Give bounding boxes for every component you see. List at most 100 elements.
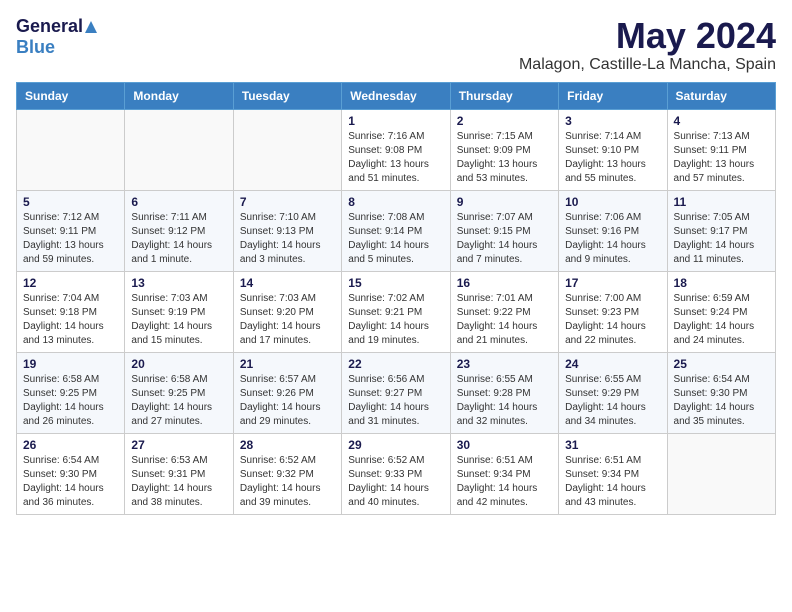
- calendar-container: General Blue May 2024 Malagon, Castille-…: [0, 0, 792, 525]
- day-cell: 17 Sunrise: 7:00 AM Sunset: 9:23 PM Dayli…: [559, 271, 667, 352]
- day-number: 28: [240, 438, 335, 452]
- day-cell: [233, 109, 341, 190]
- day-info: Sunrise: 7:13 AM Sunset: 9:11 PM Dayligh…: [674, 130, 769, 186]
- day-number: 21: [240, 357, 335, 371]
- day-cell: 1Sunrise: 7:16 AM Sunset: 9:08 PM Daylig…: [342, 109, 450, 190]
- logo-general-text: General: [16, 16, 83, 37]
- logo: General Blue: [16, 16, 98, 58]
- day-info: Sunrise: 6:57 AM Sunset: 9:26 PM Dayligh…: [240, 373, 335, 429]
- day-number: 9: [457, 195, 552, 209]
- day-number: 6: [131, 195, 226, 209]
- day-number: 26: [23, 438, 118, 452]
- day-info: Sunrise: 6:54 AM Sunset: 9:30 PM Dayligh…: [674, 373, 769, 429]
- weekday-header-friday: Friday: [559, 82, 667, 109]
- day-number: 14: [240, 276, 335, 290]
- weekday-header-tuesday: Tuesday: [233, 82, 341, 109]
- day-info: Sunrise: 6:54 AM Sunset: 9:30 PM Dayligh…: [23, 454, 118, 510]
- day-cell: 8 Sunrise: 7:08 AM Sunset: 9:14 PM Daylig…: [342, 190, 450, 271]
- day-number: 8: [348, 195, 443, 209]
- day-number: 29: [348, 438, 443, 452]
- weekday-header-monday: Monday: [125, 82, 233, 109]
- day-number: 27: [131, 438, 226, 452]
- weekday-header-wednesday: Wednesday: [342, 82, 450, 109]
- day-cell: 9 Sunrise: 7:07 AM Sunset: 9:15 PM Daylig…: [450, 190, 558, 271]
- day-number: 20: [131, 357, 226, 371]
- day-info: Sunrise: 6:53 AM Sunset: 9:31 PM Dayligh…: [131, 454, 226, 510]
- day-info: Sunrise: 6:51 AM Sunset: 9:34 PM Dayligh…: [457, 454, 552, 510]
- day-info: Sunrise: 7:07 AM Sunset: 9:15 PM Dayligh…: [457, 211, 552, 267]
- day-info: Sunrise: 7:04 AM Sunset: 9:18 PM Dayligh…: [23, 292, 118, 348]
- day-number: 12: [23, 276, 118, 290]
- day-number: 24: [565, 357, 660, 371]
- day-cell: 15 Sunrise: 7:02 AM Sunset: 9:21 PM Dayli…: [342, 271, 450, 352]
- day-cell: 2 Sunrise: 7:15 AM Sunset: 9:09 PM Daylig…: [450, 109, 558, 190]
- month-title: May 2024: [519, 16, 776, 56]
- day-cell: 26 Sunrise: 6:54 AM Sunset: 9:30 PM Dayli…: [17, 433, 125, 514]
- day-cell: 3Sunrise: 7:14 AM Sunset: 9:10 PM Daylig…: [559, 109, 667, 190]
- day-number: 13: [131, 276, 226, 290]
- day-number: 19: [23, 357, 118, 371]
- week-row-5: 26 Sunrise: 6:54 AM Sunset: 9:30 PM Dayli…: [17, 433, 776, 514]
- day-cell: 6Sunrise: 7:11 AM Sunset: 9:12 PM Daylig…: [125, 190, 233, 271]
- day-cell: 11Sunrise: 7:05 AM Sunset: 9:17 PM Dayli…: [667, 190, 775, 271]
- day-number: 18: [674, 276, 769, 290]
- day-info: Sunrise: 7:06 AM Sunset: 9:16 PM Dayligh…: [565, 211, 660, 267]
- week-row-1: 1Sunrise: 7:16 AM Sunset: 9:08 PM Daylig…: [17, 109, 776, 190]
- logo-triangle-icon: [84, 20, 98, 34]
- day-info: Sunrise: 7:05 AM Sunset: 9:17 PM Dayligh…: [674, 211, 769, 267]
- week-row-4: 19 Sunrise: 6:58 AM Sunset: 9:25 PM Dayli…: [17, 352, 776, 433]
- day-info: Sunrise: 7:10 AM Sunset: 9:13 PM Dayligh…: [240, 211, 335, 267]
- day-info: Sunrise: 6:55 AM Sunset: 9:29 PM Dayligh…: [565, 373, 660, 429]
- day-info: Sunrise: 6:52 AM Sunset: 9:32 PM Dayligh…: [240, 454, 335, 510]
- week-row-2: 5Sunrise: 7:12 AM Sunset: 9:11 PM Daylig…: [17, 190, 776, 271]
- day-cell: 29 Sunrise: 6:52 AM Sunset: 9:33 PM Dayli…: [342, 433, 450, 514]
- day-cell: 31Sunrise: 6:51 AM Sunset: 9:34 PM Dayli…: [559, 433, 667, 514]
- week-row-3: 12 Sunrise: 7:04 AM Sunset: 9:18 PM Dayli…: [17, 271, 776, 352]
- day-number: 7: [240, 195, 335, 209]
- day-cell: 28 Sunrise: 6:52 AM Sunset: 9:32 PM Dayli…: [233, 433, 341, 514]
- header: General Blue May 2024 Malagon, Castille-…: [16, 16, 776, 74]
- day-number: 17: [565, 276, 660, 290]
- day-number: 2: [457, 114, 552, 128]
- day-number: 5: [23, 195, 118, 209]
- day-cell: 13 Sunrise: 7:03 AM Sunset: 9:19 PM Dayli…: [125, 271, 233, 352]
- logo-blue-text: Blue: [16, 37, 55, 57]
- day-info: Sunrise: 6:52 AM Sunset: 9:33 PM Dayligh…: [348, 454, 443, 510]
- day-cell: 22Sunrise: 6:56 AM Sunset: 9:27 PM Dayli…: [342, 352, 450, 433]
- day-info: Sunrise: 6:51 AM Sunset: 9:34 PM Dayligh…: [565, 454, 660, 510]
- day-number: 10: [565, 195, 660, 209]
- day-cell: 12 Sunrise: 7:04 AM Sunset: 9:18 PM Dayli…: [17, 271, 125, 352]
- day-cell: 5Sunrise: 7:12 AM Sunset: 9:11 PM Daylig…: [17, 190, 125, 271]
- weekday-header-saturday: Saturday: [667, 82, 775, 109]
- location-title: Malagon, Castille-La Mancha, Spain: [519, 56, 776, 74]
- day-number: 23: [457, 357, 552, 371]
- day-cell: 25 Sunrise: 6:54 AM Sunset: 9:30 PM Dayli…: [667, 352, 775, 433]
- day-info: Sunrise: 7:03 AM Sunset: 9:19 PM Dayligh…: [131, 292, 226, 348]
- day-cell: 23Sunrise: 6:55 AM Sunset: 9:28 PM Dayli…: [450, 352, 558, 433]
- day-info: Sunrise: 6:58 AM Sunset: 9:25 PM Dayligh…: [23, 373, 118, 429]
- day-number: 15: [348, 276, 443, 290]
- calendar-table: SundayMondayTuesdayWednesdayThursdayFrid…: [16, 82, 776, 515]
- day-info: Sunrise: 6:59 AM Sunset: 9:24 PM Dayligh…: [674, 292, 769, 348]
- day-info: Sunrise: 7:08 AM Sunset: 9:14 PM Dayligh…: [348, 211, 443, 267]
- day-info: Sunrise: 7:02 AM Sunset: 9:21 PM Dayligh…: [348, 292, 443, 348]
- day-cell: 16Sunrise: 7:01 AM Sunset: 9:22 PM Dayli…: [450, 271, 558, 352]
- day-info: Sunrise: 7:01 AM Sunset: 9:22 PM Dayligh…: [457, 292, 552, 348]
- day-info: Sunrise: 7:03 AM Sunset: 9:20 PM Dayligh…: [240, 292, 335, 348]
- day-cell: [125, 109, 233, 190]
- day-number: 1: [348, 114, 443, 128]
- day-cell: [17, 109, 125, 190]
- weekday-header-thursday: Thursday: [450, 82, 558, 109]
- day-info: Sunrise: 7:15 AM Sunset: 9:09 PM Dayligh…: [457, 130, 552, 186]
- day-number: 25: [674, 357, 769, 371]
- day-cell: 19 Sunrise: 6:58 AM Sunset: 9:25 PM Dayli…: [17, 352, 125, 433]
- day-info: Sunrise: 6:58 AM Sunset: 9:25 PM Dayligh…: [131, 373, 226, 429]
- day-cell: 20 Sunrise: 6:58 AM Sunset: 9:25 PM Dayli…: [125, 352, 233, 433]
- day-cell: [667, 433, 775, 514]
- day-info: Sunrise: 7:14 AM Sunset: 9:10 PM Dayligh…: [565, 130, 660, 186]
- day-number: 22: [348, 357, 443, 371]
- title-section: May 2024 Malagon, Castille-La Mancha, Sp…: [519, 16, 776, 74]
- day-info: Sunrise: 7:00 AM Sunset: 9:23 PM Dayligh…: [565, 292, 660, 348]
- day-cell: 21 Sunrise: 6:57 AM Sunset: 9:26 PM Dayli…: [233, 352, 341, 433]
- day-cell: 14 Sunrise: 7:03 AM Sunset: 9:20 PM Dayli…: [233, 271, 341, 352]
